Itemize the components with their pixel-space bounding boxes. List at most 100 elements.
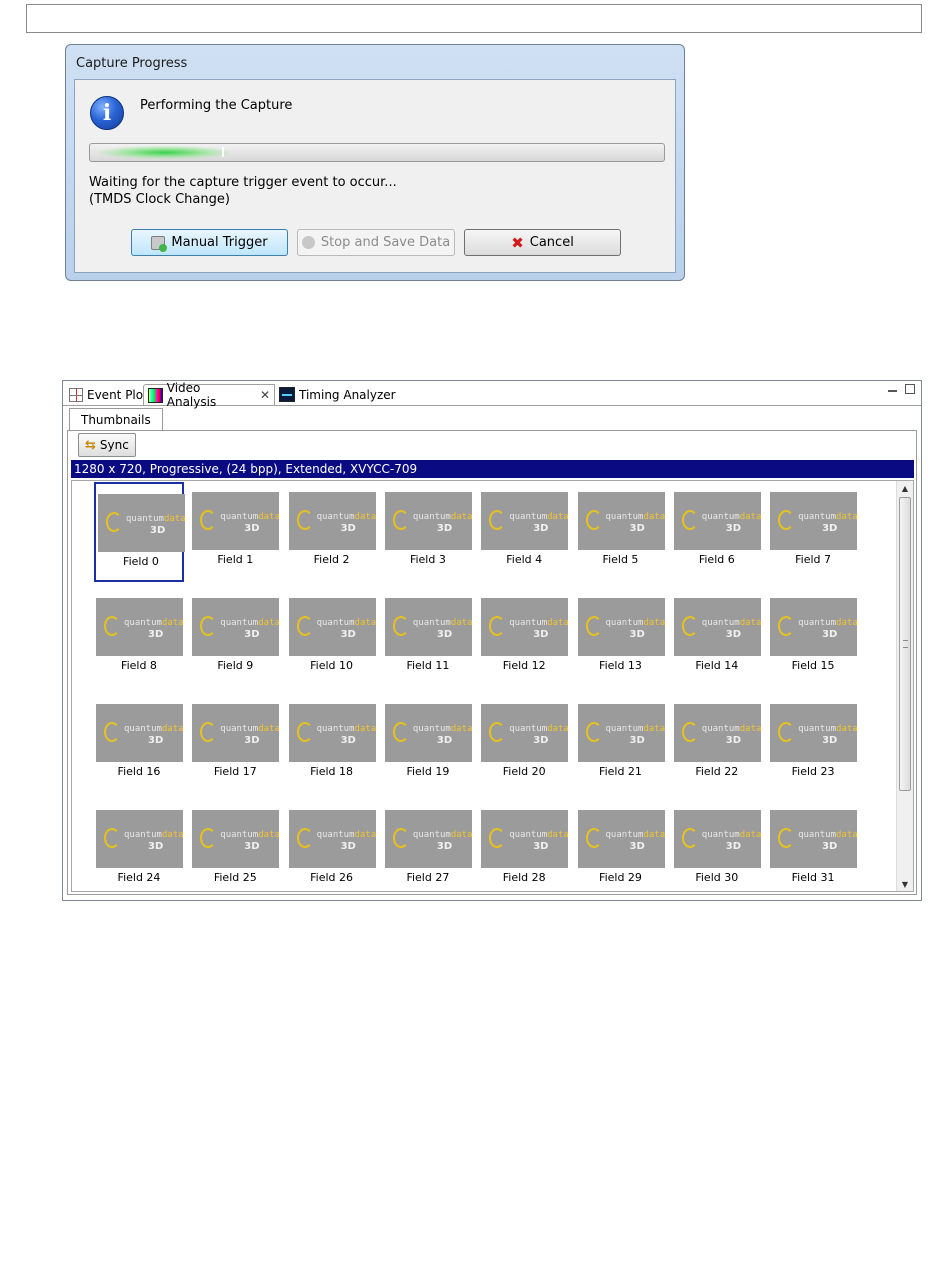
- thumbnail-item[interactable]: quantumdata 3D Field 1: [190, 482, 280, 582]
- maximize-icon[interactable]: [905, 384, 915, 394]
- thumbnail-item[interactable]: quantumdata 3D Field 23: [768, 694, 858, 794]
- thumbnail-item[interactable]: quantumdata 3D Field 3: [383, 482, 473, 582]
- thumbnail-image: quantumdata 3D: [288, 492, 376, 550]
- thumbnail-item[interactable]: quantumdata 3D Field 8: [94, 588, 184, 688]
- thumbnail-item[interactable]: quantumdata 3D Field 17: [190, 694, 280, 794]
- thumbnail-item[interactable]: quantumdata 3D Field 2: [287, 482, 377, 582]
- thumbnail-item[interactable]: quantumdata 3D Field 29: [576, 800, 666, 891]
- vertical-scrollbar[interactable]: ▲ ▼: [896, 481, 913, 891]
- logo-3d: 3D: [822, 735, 838, 746]
- quantum-logo-icon: [106, 512, 122, 532]
- scroll-up-arrow-icon[interactable]: ▲: [900, 484, 910, 493]
- logo-text: quantumdata: [220, 618, 280, 628]
- thumbnail-image: quantumdata 3D: [577, 704, 665, 762]
- thumbnail-item[interactable]: quantumdata 3D Field 30: [672, 800, 762, 891]
- tab-thumbnails[interactable]: Thumbnails: [69, 408, 163, 430]
- trigger-icon: [151, 235, 168, 252]
- quantum-logo-icon: [681, 828, 698, 848]
- thumbnail-image: quantumdata 3D: [192, 704, 280, 762]
- thumbnail-label: Field 15: [791, 659, 835, 672]
- thumbnail-item[interactable]: quantumdata 3D Field 16: [94, 694, 184, 794]
- tab-timing-analyzer[interactable]: Timing Analyzer: [275, 384, 400, 405]
- thumbnail-item[interactable]: quantumdata 3D Field 13: [576, 588, 666, 688]
- logo-text: quantumdata: [701, 724, 761, 734]
- thumbnail-label: Field 16: [117, 765, 161, 778]
- thumbnail-item[interactable]: quantumdata 3D Field 25: [190, 800, 280, 891]
- tab-video-analysis[interactable]: Video Analysis ✕: [143, 381, 275, 409]
- quantum-logo-icon: [200, 510, 217, 530]
- thumbnail-item[interactable]: quantumdata 3D Field 10: [287, 588, 377, 688]
- scroll-down-arrow-icon[interactable]: ▼: [900, 880, 910, 889]
- logo-3d: 3D: [340, 841, 356, 852]
- thumbnail-image: quantumdata 3D: [288, 810, 376, 868]
- thumbnail-item[interactable]: quantumdata 3D Field 7: [768, 482, 858, 582]
- logo-text: quantumdata: [124, 724, 183, 734]
- thumbnail-image: quantumdata 3D: [577, 492, 665, 550]
- manual-trigger-label: Manual Trigger: [171, 235, 268, 250]
- scrollbar-grip: [903, 640, 908, 648]
- view-tab-bar: Event Plot Video Analysis ✕ Timing Analy…: [63, 381, 921, 409]
- logo-text: quantumdata: [316, 830, 376, 840]
- dialog-body: i Performing the Capture Waiting for the…: [74, 79, 676, 273]
- thumbnail-label: Field 19: [406, 765, 450, 778]
- thumbnail-item[interactable]: quantumdata 3D Field 5: [576, 482, 666, 582]
- logo-3d: 3D: [725, 629, 742, 640]
- thumbnail-item[interactable]: quantumdata 3D Field 27: [383, 800, 473, 891]
- thumbnail-image: quantumdata 3D: [98, 494, 185, 552]
- thumbnail-label: Field 31: [791, 871, 835, 884]
- thumbnail-item[interactable]: quantumdata 3D Field 12: [479, 588, 569, 688]
- thumbnail-item[interactable]: quantumdata 3D Field 24: [94, 800, 184, 891]
- thumbnail-label: Field 11: [406, 659, 450, 672]
- thumbnail-label: Field 0: [123, 555, 159, 568]
- logo-3d: 3D: [244, 629, 260, 640]
- thumbnail-image: quantumdata 3D: [770, 598, 858, 656]
- logo-3d: 3D: [436, 735, 453, 746]
- quantum-logo-icon: [392, 722, 409, 742]
- quantum-logo-icon: [104, 616, 120, 636]
- thumbnail-label: Field 9: [217, 659, 254, 672]
- quantum-logo-icon: [778, 510, 795, 530]
- minimize-icon[interactable]: [888, 390, 897, 392]
- thumbnail-label: Field 14: [695, 659, 739, 672]
- cancel-button[interactable]: ✖ Cancel: [464, 229, 621, 256]
- thumbnail-item[interactable]: quantumdata 3D Field 28: [479, 800, 569, 891]
- capture-progress-bar: [89, 143, 665, 162]
- quantum-logo-icon: [489, 510, 506, 530]
- quantum-logo-icon: [104, 828, 120, 848]
- thumbnail-item[interactable]: quantumdata 3D Field 21: [576, 694, 666, 794]
- thumbnail-image: quantumdata 3D: [96, 810, 183, 868]
- logo-text: quantumdata: [220, 512, 280, 522]
- thumbnail-item[interactable]: quantumdata 3D Field 26: [287, 800, 377, 891]
- quantum-logo-icon: [585, 722, 602, 742]
- logo-text: quantumdata: [605, 618, 665, 628]
- thumbnail-item[interactable]: quantumdata 3D Field 0: [94, 482, 185, 582]
- tab-event-plot[interactable]: Event Plot: [65, 384, 152, 405]
- thumbnail-label: Field 5: [602, 553, 639, 566]
- thumbnail-image: quantumdata 3D: [384, 492, 472, 550]
- thumbnail-item[interactable]: quantumdata 3D Field 31: [768, 800, 858, 891]
- thumbnail-item[interactable]: quantumdata 3D Field 18: [287, 694, 377, 794]
- tab-close-icon[interactable]: ✕: [260, 388, 270, 402]
- logo-text: quantumdata: [126, 514, 185, 524]
- thumbnail-item[interactable]: quantumdata 3D Field 22: [672, 694, 762, 794]
- thumbnail-item[interactable]: quantumdata 3D Field 14: [672, 588, 762, 688]
- thumbnail-item[interactable]: quantumdata 3D Field 15: [768, 588, 858, 688]
- scrollbar-thumb[interactable]: [899, 497, 911, 791]
- thumbnail-item[interactable]: quantumdata 3D Field 20: [479, 694, 569, 794]
- thumbnail-image: quantumdata 3D: [770, 492, 858, 550]
- thumbnail-item[interactable]: quantumdata 3D Field 6: [672, 482, 762, 582]
- logo-text: quantumdata: [605, 830, 665, 840]
- quantum-logo-icon: [392, 510, 409, 530]
- logo-3d: 3D: [725, 523, 742, 534]
- manual-trigger-button[interactable]: Manual Trigger: [131, 229, 288, 256]
- stop-and-save-button[interactable]: Stop and Save Data: [297, 229, 455, 256]
- thumbnail-item[interactable]: quantumdata 3D Field 11: [383, 588, 473, 688]
- dialog-heading: Performing the Capture: [140, 98, 293, 113]
- thumbnail-item[interactable]: quantumdata 3D Field 19: [383, 694, 473, 794]
- thumbnail-item[interactable]: quantumdata 3D Field 4: [479, 482, 569, 582]
- thumbnail-image: quantumdata 3D: [192, 598, 280, 656]
- sync-icon: ⇆: [85, 437, 96, 453]
- sync-button[interactable]: ⇆ Sync: [78, 433, 136, 457]
- thumbnail-item[interactable]: quantumdata 3D Field 9: [190, 588, 280, 688]
- thumbnail-image: quantumdata 3D: [192, 810, 280, 868]
